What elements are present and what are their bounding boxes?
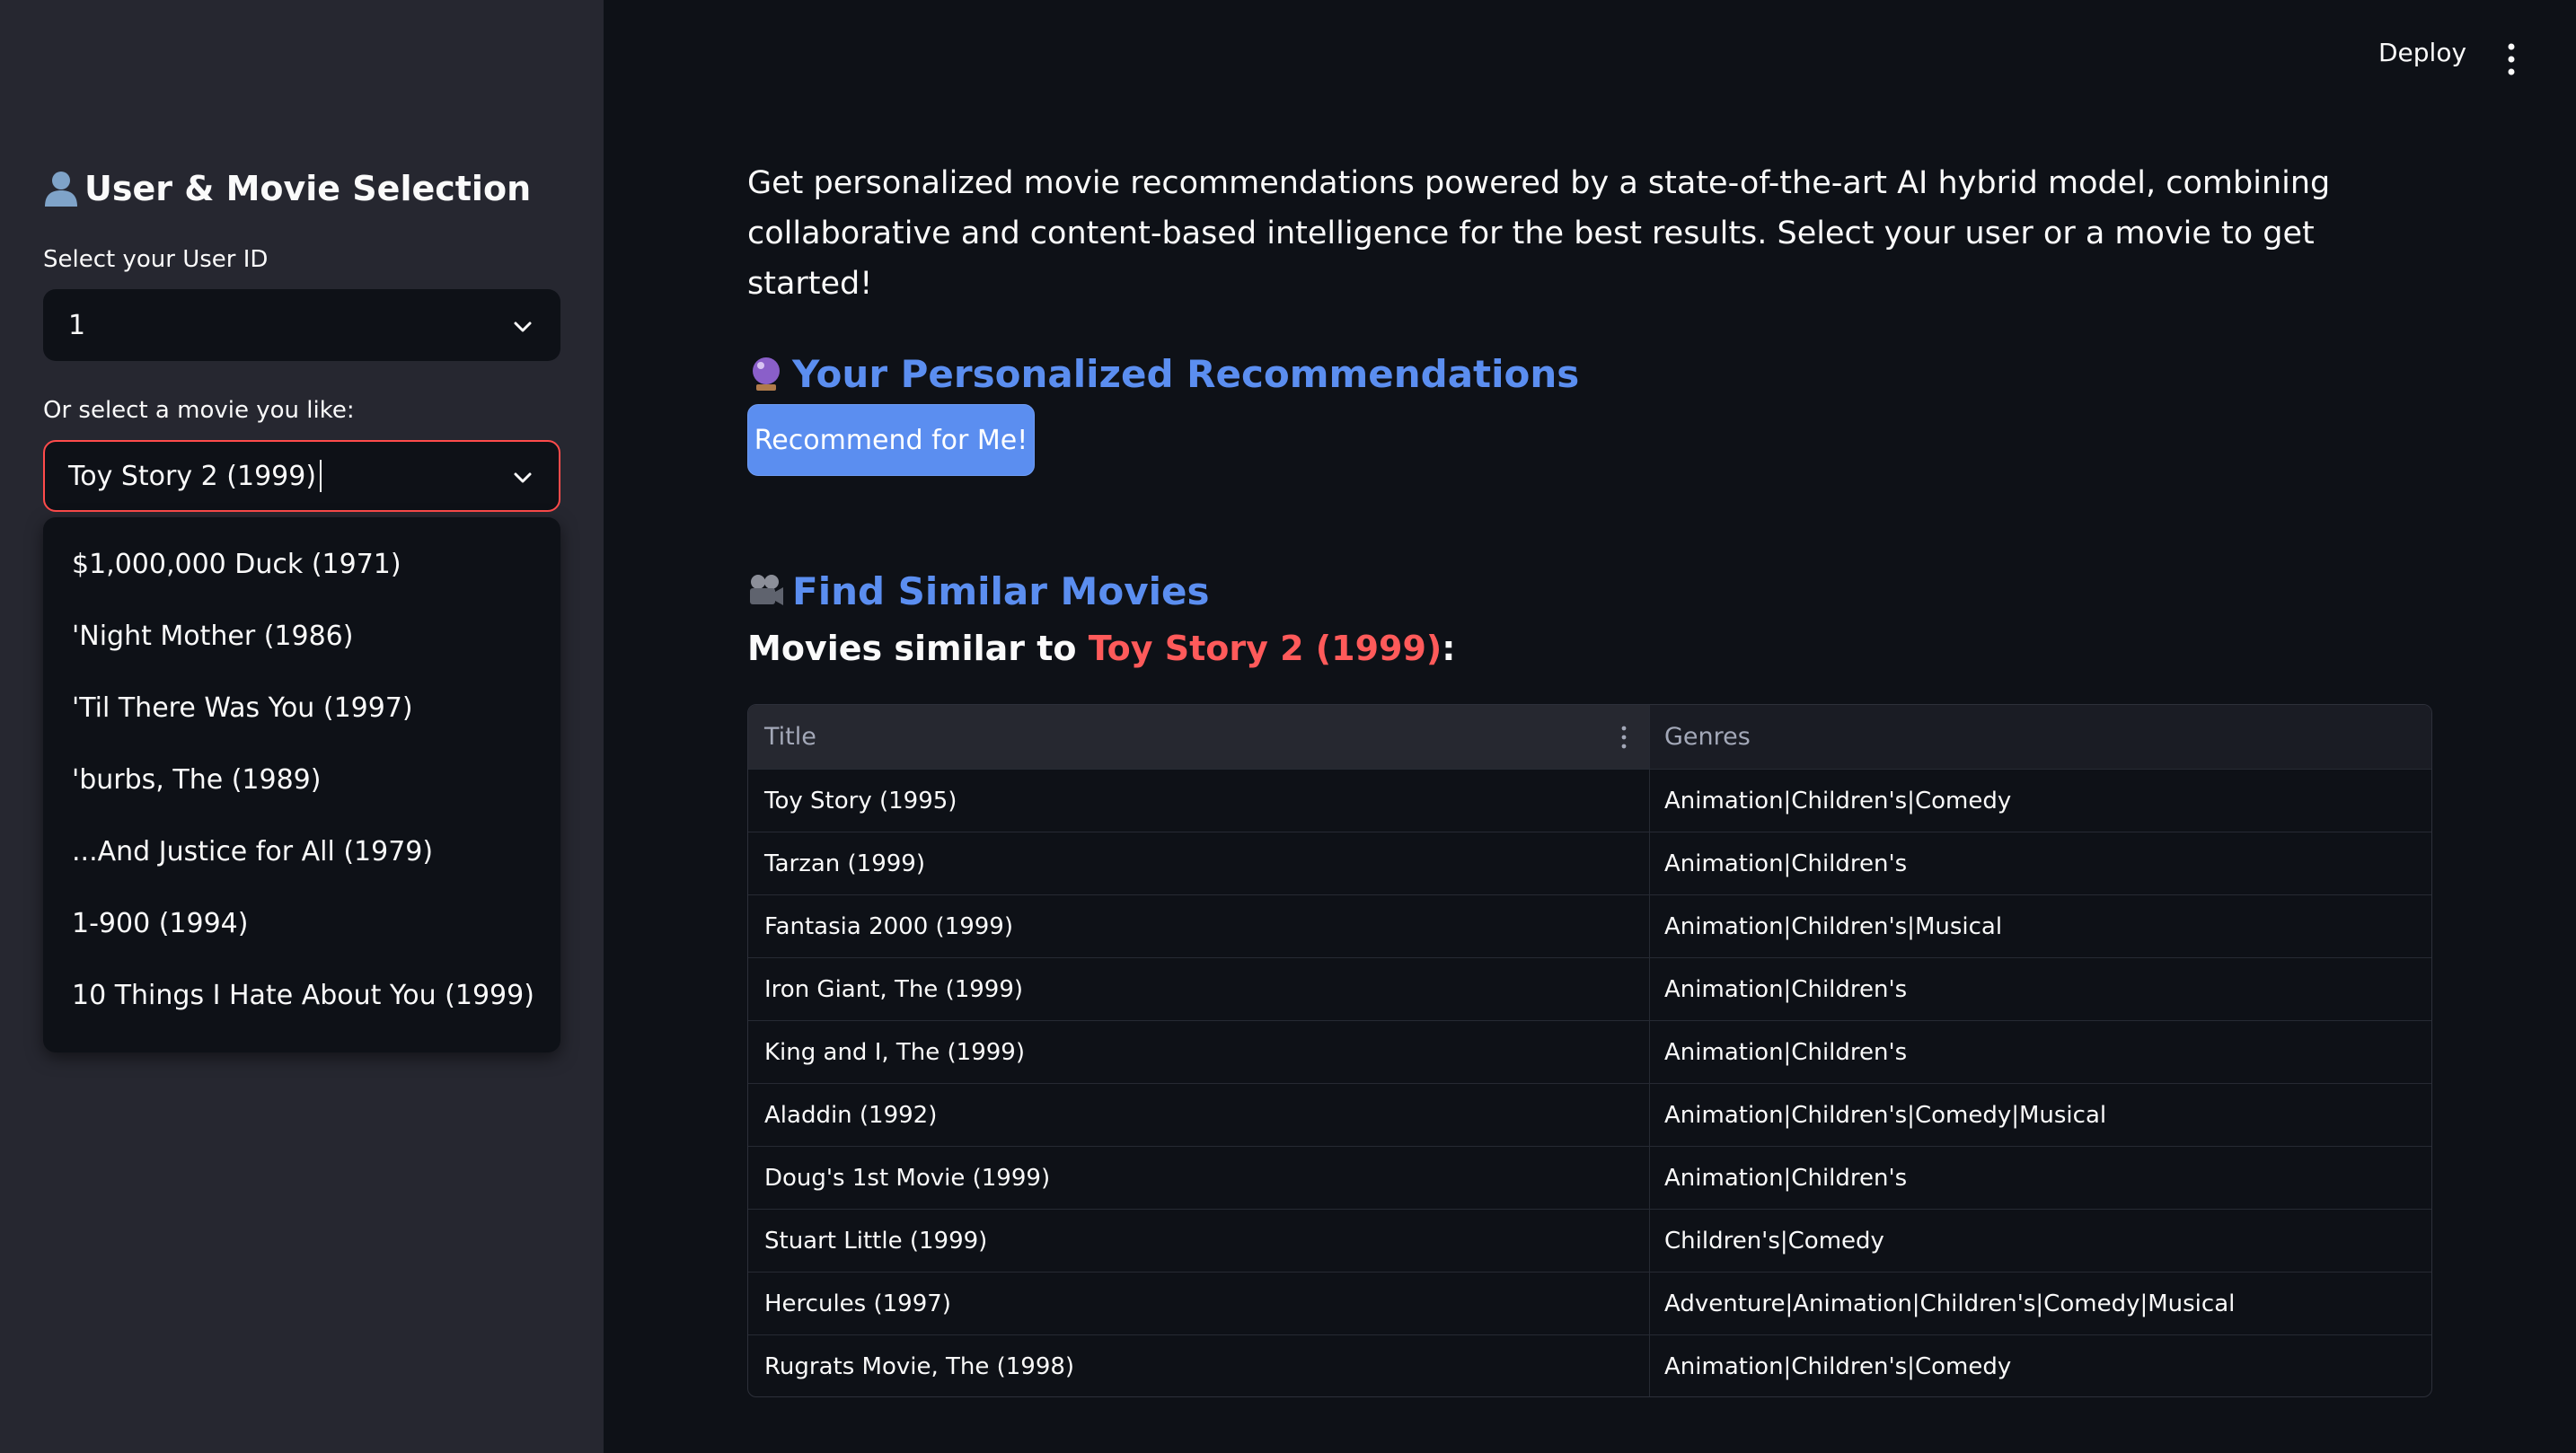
cell-title[interactable]: King and I, The (1999) xyxy=(748,1021,1650,1083)
intro-text: Get personalized movie recommendations p… xyxy=(747,165,2331,302)
cell-title[interactable]: Toy Story (1995) xyxy=(748,770,1650,832)
cell-genres[interactable]: Animation|Children's|Comedy|Musical xyxy=(1650,1084,2431,1146)
table-row[interactable]: Fantasia 2000 (1999) Animation|Children's… xyxy=(748,895,2431,958)
cell-title[interactable]: Iron Giant, The (1999) xyxy=(748,958,1650,1020)
crystal-ball-icon xyxy=(753,357,780,391)
cell-title[interactable]: Hercules (1997) xyxy=(748,1272,1650,1334)
recommendations-heading: Your Personalized Recommendations xyxy=(747,348,1579,399)
dropdown-option[interactable]: 1-900 (1994) xyxy=(43,887,560,959)
table-row[interactable]: Aladdin (1992) Animation|Children's|Comed… xyxy=(748,1084,2431,1147)
similar-prefix: Movies similar to xyxy=(747,629,1089,668)
dropdown-option[interactable]: 'Til There Was You (1997) xyxy=(43,672,560,744)
chevron-down-icon xyxy=(514,472,532,483)
table-row[interactable]: Rugrats Movie, The (1998) Animation|Child… xyxy=(748,1335,2431,1396)
user-id-label: Select your User ID xyxy=(43,246,269,273)
similar-movies-heading: Find Similar Movies xyxy=(747,566,1209,616)
similar-movies-heading-text: Find Similar Movies xyxy=(792,568,1210,613)
cell-title[interactable]: Aladdin (1992) xyxy=(748,1084,1650,1146)
movie-select[interactable]: Toy Story 2 (1999) xyxy=(43,440,560,512)
dropdown-option[interactable]: ...And Justice for All (1979) xyxy=(43,815,560,887)
column-menu-icon[interactable] xyxy=(1620,725,1628,750)
table-row[interactable]: Hercules (1997) Adventure|Animation|Child… xyxy=(748,1272,2431,1335)
cell-genres[interactable]: Animation|Children's xyxy=(1650,1021,2431,1083)
main-menu-icon[interactable] xyxy=(2506,41,2517,77)
user-id-select[interactable]: 1 xyxy=(43,289,560,361)
cell-title[interactable]: Fantasia 2000 (1999) xyxy=(748,895,1650,957)
sidebar: User & Movie Selection Select your User … xyxy=(0,0,604,1453)
cell-title[interactable]: Tarzan (1999) xyxy=(748,832,1650,894)
cell-genres[interactable]: Animation|Children's xyxy=(1650,958,2431,1020)
chevron-down-icon xyxy=(514,321,532,332)
cell-title[interactable]: Rugrats Movie, The (1998) xyxy=(748,1335,1650,1396)
user-id-value: 1 xyxy=(68,309,86,341)
similar-movie-name: Toy Story 2 (1999) xyxy=(1088,629,1442,668)
dropdown-option[interactable]: 10 Things I Hate About You (1999) xyxy=(43,959,560,1031)
column-header-genres[interactable]: Genres xyxy=(1650,705,2431,769)
table-row[interactable]: King and I, The (1999) Animation|Children… xyxy=(748,1021,2431,1084)
table-row[interactable]: Toy Story (1995) Animation|Children's|Com… xyxy=(748,770,2431,832)
similar-movies-table: Title Genres Toy Story (1995) Animation|C… xyxy=(747,704,2432,1397)
table-row[interactable]: Stuart Little (1999) Children's|Comedy xyxy=(748,1210,2431,1272)
deploy-button[interactable]: Deploy xyxy=(2378,38,2466,67)
similar-suffix: : xyxy=(1442,629,1456,668)
column-header-title-text: Title xyxy=(764,723,816,751)
cell-genres[interactable]: Animation|Children's|Comedy xyxy=(1650,1335,2431,1396)
sidebar-heading: User & Movie Selection xyxy=(43,162,531,216)
cell-genres[interactable]: Animation|Children's xyxy=(1650,832,2431,894)
dropdown-option[interactable]: 101 Dalmatians (1961) xyxy=(43,1031,560,1053)
table-row[interactable]: Iron Giant, The (1999) Animation|Children… xyxy=(748,958,2431,1021)
recommend-button[interactable]: Recommend for Me! xyxy=(747,404,1035,476)
table-row[interactable]: Doug's 1st Movie (1999) Animation|Childre… xyxy=(748,1147,2431,1210)
recommendations-heading-text: Your Personalized Recommendations xyxy=(792,351,1580,396)
bust-in-silhouette-icon xyxy=(45,172,77,207)
movie-dropdown-menu: $1,000,000 Duck (1971) 'Night Mother (19… xyxy=(43,517,560,1052)
cell-genres[interactable]: Adventure|Animation|Children's|Comedy|Mu… xyxy=(1650,1272,2431,1334)
cell-title[interactable]: Stuart Little (1999) xyxy=(748,1210,1650,1272)
movie-camera-icon xyxy=(750,575,783,605)
movie-select-value: Toy Story 2 (1999) xyxy=(68,460,317,492)
cell-genres[interactable]: Children's|Comedy xyxy=(1650,1210,2431,1272)
table-row[interactable]: Tarzan (1999) Animation|Children's xyxy=(748,832,2431,895)
cell-genres[interactable]: Animation|Children's xyxy=(1650,1147,2431,1209)
text-caret xyxy=(320,460,322,492)
dropdown-option[interactable]: $1,000,000 Duck (1971) xyxy=(43,528,560,600)
dropdown-option[interactable]: 'burbs, The (1989) xyxy=(43,744,560,815)
similar-subheading: Movies similar to Toy Story 2 (1999): xyxy=(747,629,1455,668)
movie-select-label: Or select a movie you like: xyxy=(43,397,355,424)
dropdown-option[interactable]: 'Night Mother (1986) xyxy=(43,600,560,672)
column-header-title[interactable]: Title xyxy=(748,705,1650,769)
cell-genres[interactable]: Animation|Children's|Musical xyxy=(1650,895,2431,957)
cell-genres[interactable]: Animation|Children's|Comedy xyxy=(1650,770,2431,832)
table-header-row: Title Genres xyxy=(748,705,2431,770)
sidebar-heading-text: User & Movie Selection xyxy=(84,169,532,208)
cell-title[interactable]: Doug's 1st Movie (1999) xyxy=(748,1147,1650,1209)
